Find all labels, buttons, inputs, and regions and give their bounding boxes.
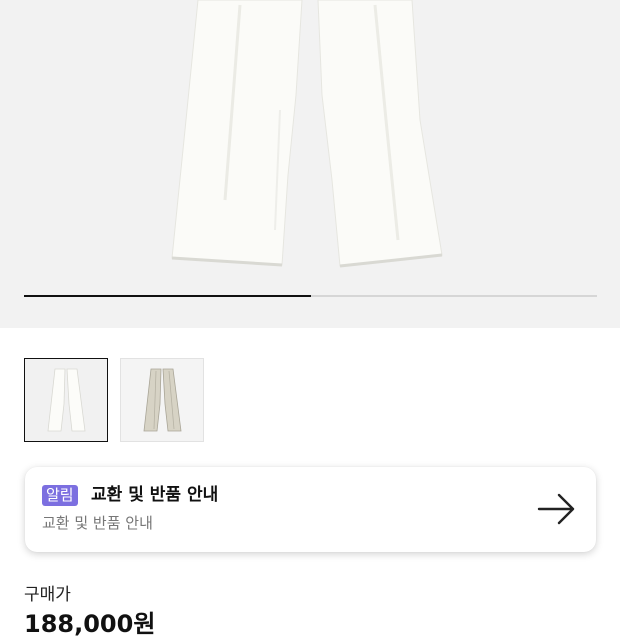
notice-subtitle: 교환 및 반품 안내 [42,514,153,532]
thumbnail-white-pants[interactable] [24,358,108,442]
exchange-return-notice-card[interactable]: 알림 교환 및 반품 안내 교환 및 반품 안내 [25,467,596,552]
notice-title: 교환 및 반품 안내 [91,485,219,505]
price-value: 188,000원 [24,610,156,638]
gallery-progress-fill [24,295,311,297]
arrow-right-icon[interactable] [537,492,577,526]
gallery-progress-bar [24,295,597,297]
product-image-gallery[interactable] [0,0,620,328]
product-main-image [171,0,443,268]
notice-badge: 알림 [42,485,78,506]
beige-pants-thumbnail-image [143,368,182,432]
thumbnail-list [24,358,204,442]
thumbnail-beige-pants[interactable] [120,358,204,442]
white-pants-thumbnail-image [47,368,86,432]
price-label: 구매가 [24,585,71,605]
